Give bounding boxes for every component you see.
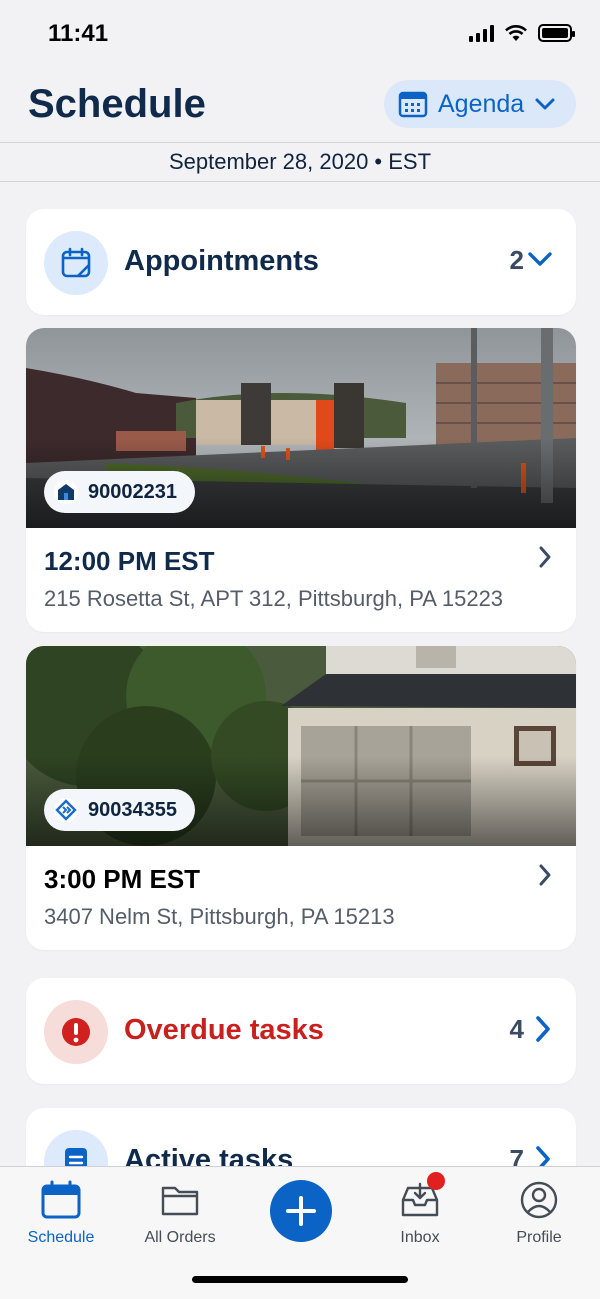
page-title: Schedule [28, 82, 206, 126]
appointments-section-header[interactable]: Appointments 2 [26, 209, 576, 315]
appointment-time: 12:00 PM EST [44, 546, 215, 576]
wifi-icon [505, 25, 527, 41]
diamond-logo-icon [54, 798, 78, 822]
appointment-time: 3:00 PM EST [44, 864, 201, 894]
appointment-card[interactable]: 90002231 12:00 PM EST 215 Rosetta St, AP… [26, 328, 576, 632]
header: Schedule Agenda [0, 70, 600, 142]
tab-schedule[interactable]: Schedule [6, 1179, 116, 1247]
calendar-grid-icon [398, 91, 428, 118]
calendar-icon [41, 1180, 81, 1219]
status-icons [469, 24, 575, 42]
chevron-down-icon [528, 252, 552, 266]
home-indicator [192, 1276, 408, 1283]
chevron-right-icon [539, 864, 551, 886]
appointment-address: 3407 Nelm St, Pittsburgh, PA 15213 [44, 904, 395, 929]
chevron-right-icon [539, 546, 551, 568]
house-logo-icon [54, 480, 78, 504]
overdue-icon-wrap [44, 1000, 108, 1064]
order-badge: 90002231 [44, 471, 195, 513]
cellular-signal-icon [469, 24, 494, 42]
status-time: 11:41 [48, 20, 109, 47]
appointment-address: 215 Rosetta St, APT 312, Pittsburgh, PA … [44, 586, 504, 611]
tab-profile[interactable]: Profile [484, 1179, 594, 1247]
view-toggle-button[interactable]: Agenda [384, 80, 576, 128]
plus-icon [286, 1196, 316, 1226]
tab-inbox[interactable]: Inbox [365, 1179, 475, 1247]
tab-label: Schedule [27, 1229, 95, 1246]
order-id: 90002231 [88, 480, 177, 503]
view-toggle-label: Agenda [438, 89, 525, 118]
appointments-icon-wrap [44, 231, 108, 295]
date-bar: September 28, 2020 • EST [0, 142, 600, 182]
chevron-down-icon [535, 98, 555, 110]
battery-icon [538, 24, 575, 42]
alert-icon [62, 1018, 90, 1046]
tab-label: All Orders [144, 1229, 216, 1246]
tab-all-orders[interactable]: All Orders [125, 1179, 235, 1247]
calendar-icon [61, 247, 91, 278]
order-id: 90034355 [88, 798, 177, 821]
inbox-notification-badge [427, 1172, 445, 1190]
folder-icon [161, 1186, 199, 1216]
appointments-count: 2 [509, 245, 524, 275]
status-bar: 11:41 [0, 0, 600, 70]
tab-label: Profile [516, 1229, 562, 1246]
chevron-right-icon [536, 1016, 550, 1042]
appointments-label: Appointments [124, 245, 319, 277]
overdue-tasks-section[interactable]: Overdue tasks 4 [26, 978, 576, 1084]
overdue-tasks-count: 4 [509, 1014, 524, 1044]
overdue-tasks-label: Overdue tasks [124, 1014, 324, 1046]
person-icon [520, 1181, 558, 1219]
appointment-card[interactable]: 90034355 3:00 PM EST 3407 Nelm St, Pitts… [26, 646, 576, 950]
add-button[interactable] [270, 1180, 332, 1242]
order-badge: 90034355 [44, 789, 195, 831]
tab-label: Inbox [400, 1229, 440, 1246]
